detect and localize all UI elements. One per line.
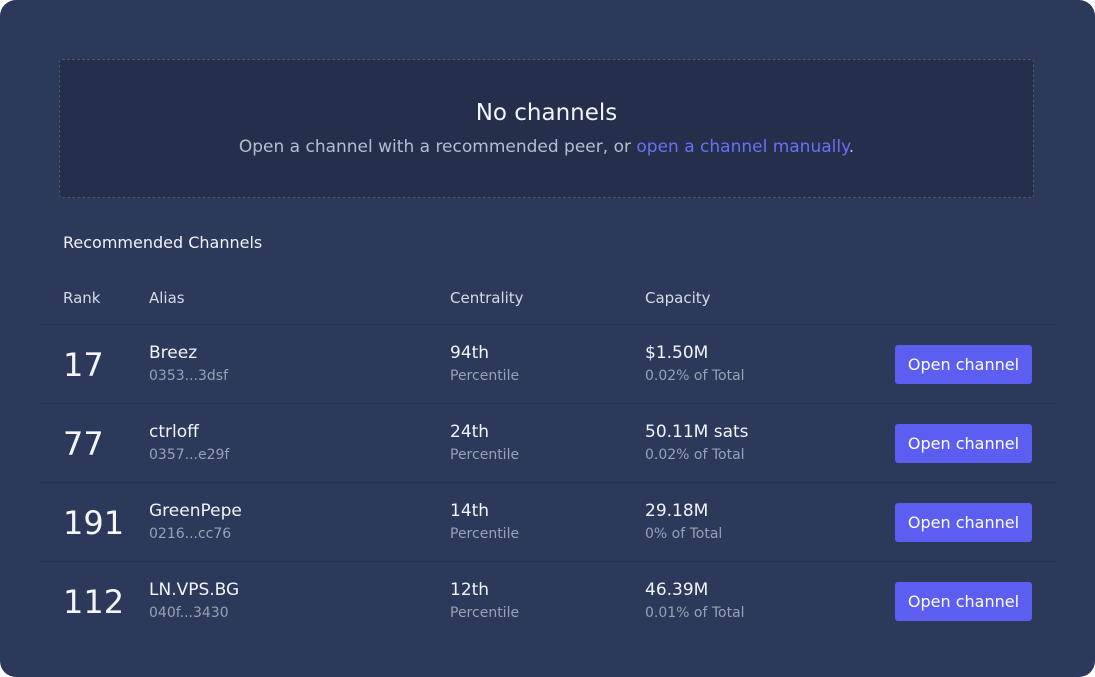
recommended-channels-table: 17 Breez 0353...3dsf 94th Percentile $1.… [40,324,1056,640]
capacity-cell: 50.11M sats 0.02% of Total [645,420,749,465]
column-header-alias: Alias [149,289,185,307]
table-row: 77 ctrloff 0357...e29f 24th Percentile 5… [40,403,1056,482]
alias-name: GreenPepe [149,501,242,521]
open-channel-button[interactable]: Open channel [895,582,1032,621]
rank-value: 77 [63,425,104,463]
empty-state-text: Open a channel with a recommended peer, … [238,137,637,157]
channels-panel: No channels Open a channel with a recomm… [0,0,1095,677]
open-channel-button[interactable]: Open channel [895,424,1032,463]
centrality-value: 12th [450,580,490,600]
rank-value: 112 [63,583,125,621]
capacity-value: 46.39M [645,580,709,600]
section-title: Recommended Channels [63,233,263,252]
centrality-label: Percentile [450,526,520,542]
capacity-share: 0.01% of Total [645,605,745,621]
centrality-cell: 12th Percentile [450,578,519,623]
capacity-share: 0.02% of Total [645,368,745,384]
centrality-value: 94th [450,343,490,363]
alias-cell: GreenPepe 0216...cc76 [149,499,242,544]
capacity-cell: 29.18M 0% of Total [645,499,722,544]
centrality-label: Percentile [450,368,520,384]
alias-pubkey: 0216...cc76 [149,526,232,542]
empty-state-title: No channels [475,100,618,126]
alias-cell: Breez 0353...3dsf [149,341,228,386]
table-row: 17 Breez 0353...3dsf 94th Percentile $1.… [40,324,1056,403]
column-header-capacity: Capacity [645,289,711,307]
centrality-label: Percentile [450,447,520,463]
centrality-cell: 14th Percentile [450,499,519,544]
centrality-cell: 24th Percentile [450,420,519,465]
capacity-cell: 46.39M 0.01% of Total [645,578,745,623]
open-channel-button[interactable]: Open channel [895,503,1032,542]
alias-cell: ctrloff 0357...e29f [149,420,229,465]
capacity-cell: $1.50M 0.02% of Total [645,341,745,386]
rank-value: 191 [63,504,125,542]
alias-pubkey: 0353...3dsf [149,368,228,384]
open-channel-manually-link[interactable]: open a channel manually [636,137,848,157]
table-row: 112 LN.VPS.BG 040f...3430 12th Percentil… [40,561,1056,640]
alias-name: ctrloff [149,422,199,442]
table-header: Rank Alias Centrality Capacity [0,286,1095,310]
capacity-value: $1.50M [645,343,709,363]
centrality-value: 24th [450,422,490,442]
centrality-value: 14th [450,501,490,521]
empty-state-subtitle: Open a channel with a recommended peer, … [60,135,1033,159]
column-header-rank: Rank [63,289,101,307]
column-header-centrality: Centrality [450,289,524,307]
empty-state-period: . [848,137,855,157]
open-channel-button[interactable]: Open channel [895,345,1032,384]
capacity-share: 0.02% of Total [645,447,745,463]
centrality-label: Percentile [450,605,520,621]
capacity-value: 29.18M [645,501,709,521]
centrality-cell: 94th Percentile [450,341,519,386]
alias-pubkey: 040f...3430 [149,605,229,621]
alias-name: LN.VPS.BG [149,580,240,600]
alias-cell: LN.VPS.BG 040f...3430 [149,578,239,623]
alias-name: Breez [149,343,198,363]
capacity-value: 50.11M sats [645,422,749,442]
table-row: 191 GreenPepe 0216...cc76 14th Percentil… [40,482,1056,561]
empty-state: No channels Open a channel with a recomm… [59,59,1034,198]
rank-value: 17 [63,346,104,384]
alias-pubkey: 0357...e29f [149,447,230,463]
capacity-share: 0% of Total [645,526,723,542]
